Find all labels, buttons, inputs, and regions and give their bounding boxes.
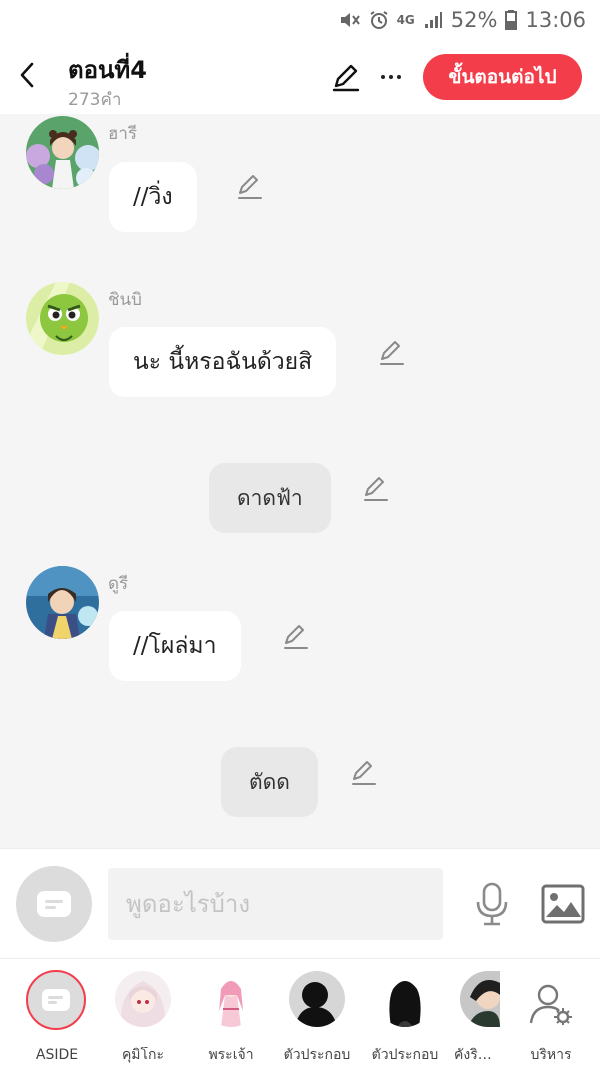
pencil-icon [352, 761, 376, 785]
pencil-icon [364, 477, 388, 501]
hari-avatar[interactable] [26, 116, 99, 189]
character-item[interactable]: คุมิโกะ [100, 969, 184, 1063]
user-settings-icon [529, 984, 572, 1025]
dot-icon [397, 75, 401, 79]
character-avatar [203, 971, 259, 1027]
edit-message-button[interactable] [282, 623, 310, 651]
image-button[interactable] [541, 884, 585, 924]
character-avatar [289, 971, 345, 1027]
pencil-icon [238, 175, 262, 199]
chevron-left-icon [20, 62, 34, 88]
character-name: ASIDE [35, 1047, 79, 1063]
aside-avatar [26, 970, 86, 1030]
aside-icon [42, 989, 70, 1011]
character-item[interactable]: ตัวประกอบ [274, 969, 358, 1063]
alarm-icon [370, 11, 388, 29]
microphone-icon [476, 882, 508, 926]
edit-message-button[interactable] [236, 173, 264, 201]
sender-name: ฮารี [108, 124, 138, 144]
message-input[interactable] [108, 868, 443, 940]
chat-area: ฮารี //วิ่ง ชินบิ นะ นี้หรอฉันด้วยสิ ดาด… [0, 114, 600, 848]
pencil-icon [332, 64, 360, 92]
aside-icon [37, 891, 71, 917]
battery-percent: 52% [450, 8, 498, 32]
character-name: พระเจ้า [208, 1047, 254, 1063]
header: ตอนที่4 273คำ ขั้นตอนต่อไป [0, 40, 600, 114]
narration-bubble[interactable]: ดาดฟ้า [209, 463, 331, 533]
edit-message-button[interactable] [350, 759, 378, 787]
character-name: ตัวประกอบ [371, 1047, 439, 1063]
character-name: ตัวประกอบ [283, 1047, 351, 1063]
word-count: 273คำ [68, 90, 122, 110]
image-icon [541, 884, 585, 924]
character-name: บริหาร [530, 1047, 572, 1063]
page-title: ตอนที่4 [68, 56, 147, 84]
mute-icon [340, 13, 360, 27]
sender-name: ชินบิ [108, 290, 142, 310]
network-type-label: 4G [396, 12, 415, 27]
status-icons: 4G 52% 13:06 [339, 6, 586, 34]
narration-bubble[interactable]: ตัดด [221, 747, 318, 817]
character-aside[interactable]: ASIDE [0, 969, 86, 1063]
character-avatar [115, 971, 171, 1027]
microphone-button[interactable] [472, 882, 512, 926]
more-options-button[interactable] [376, 62, 406, 92]
signal-icon [424, 12, 442, 28]
sender-name: ดูรี [108, 574, 129, 594]
pencil-icon [380, 341, 404, 365]
battery-icon [505, 10, 518, 30]
composer [0, 848, 600, 958]
edit-message-button[interactable] [378, 339, 406, 367]
next-step-button[interactable]: ขั้นตอนต่อไป [423, 54, 582, 100]
edit-message-button[interactable] [362, 475, 390, 503]
character-avatar [377, 971, 433, 1027]
status-bar: 4G 52% 13:06 [0, 0, 600, 40]
dot-icon [389, 75, 393, 79]
aside-toggle-button[interactable] [16, 866, 92, 942]
character-name: คุมิโกะ [121, 1047, 165, 1063]
duri-avatar[interactable] [26, 566, 99, 639]
character-bar: ASIDE คุมิโกะ พระเจ้า ตัวประกอบ ตัวประกอ… [0, 958, 600, 1067]
message-bubble[interactable]: นะ นี้หรอฉันด้วยสิ [109, 327, 337, 397]
message-bubble[interactable]: //วิ่ง [109, 162, 197, 232]
character-item[interactable]: พระเจ้า [188, 969, 272, 1063]
character-item[interactable]: คังริม(ท [448, 969, 500, 1063]
clock: 13:06 [525, 8, 586, 32]
back-button[interactable] [12, 60, 42, 90]
character-name: คังริม(ท [454, 1047, 500, 1063]
manage-characters-button[interactable]: บริหาร [508, 969, 592, 1063]
character-item[interactable]: ตัวประกอบ [362, 969, 446, 1063]
character-avatar [460, 971, 500, 1027]
shinbi-avatar[interactable] [26, 282, 99, 355]
edit-title-button[interactable] [330, 62, 362, 94]
pencil-icon [284, 625, 308, 649]
dot-icon [381, 75, 385, 79]
message-bubble[interactable]: //โผล่มา [109, 611, 241, 681]
